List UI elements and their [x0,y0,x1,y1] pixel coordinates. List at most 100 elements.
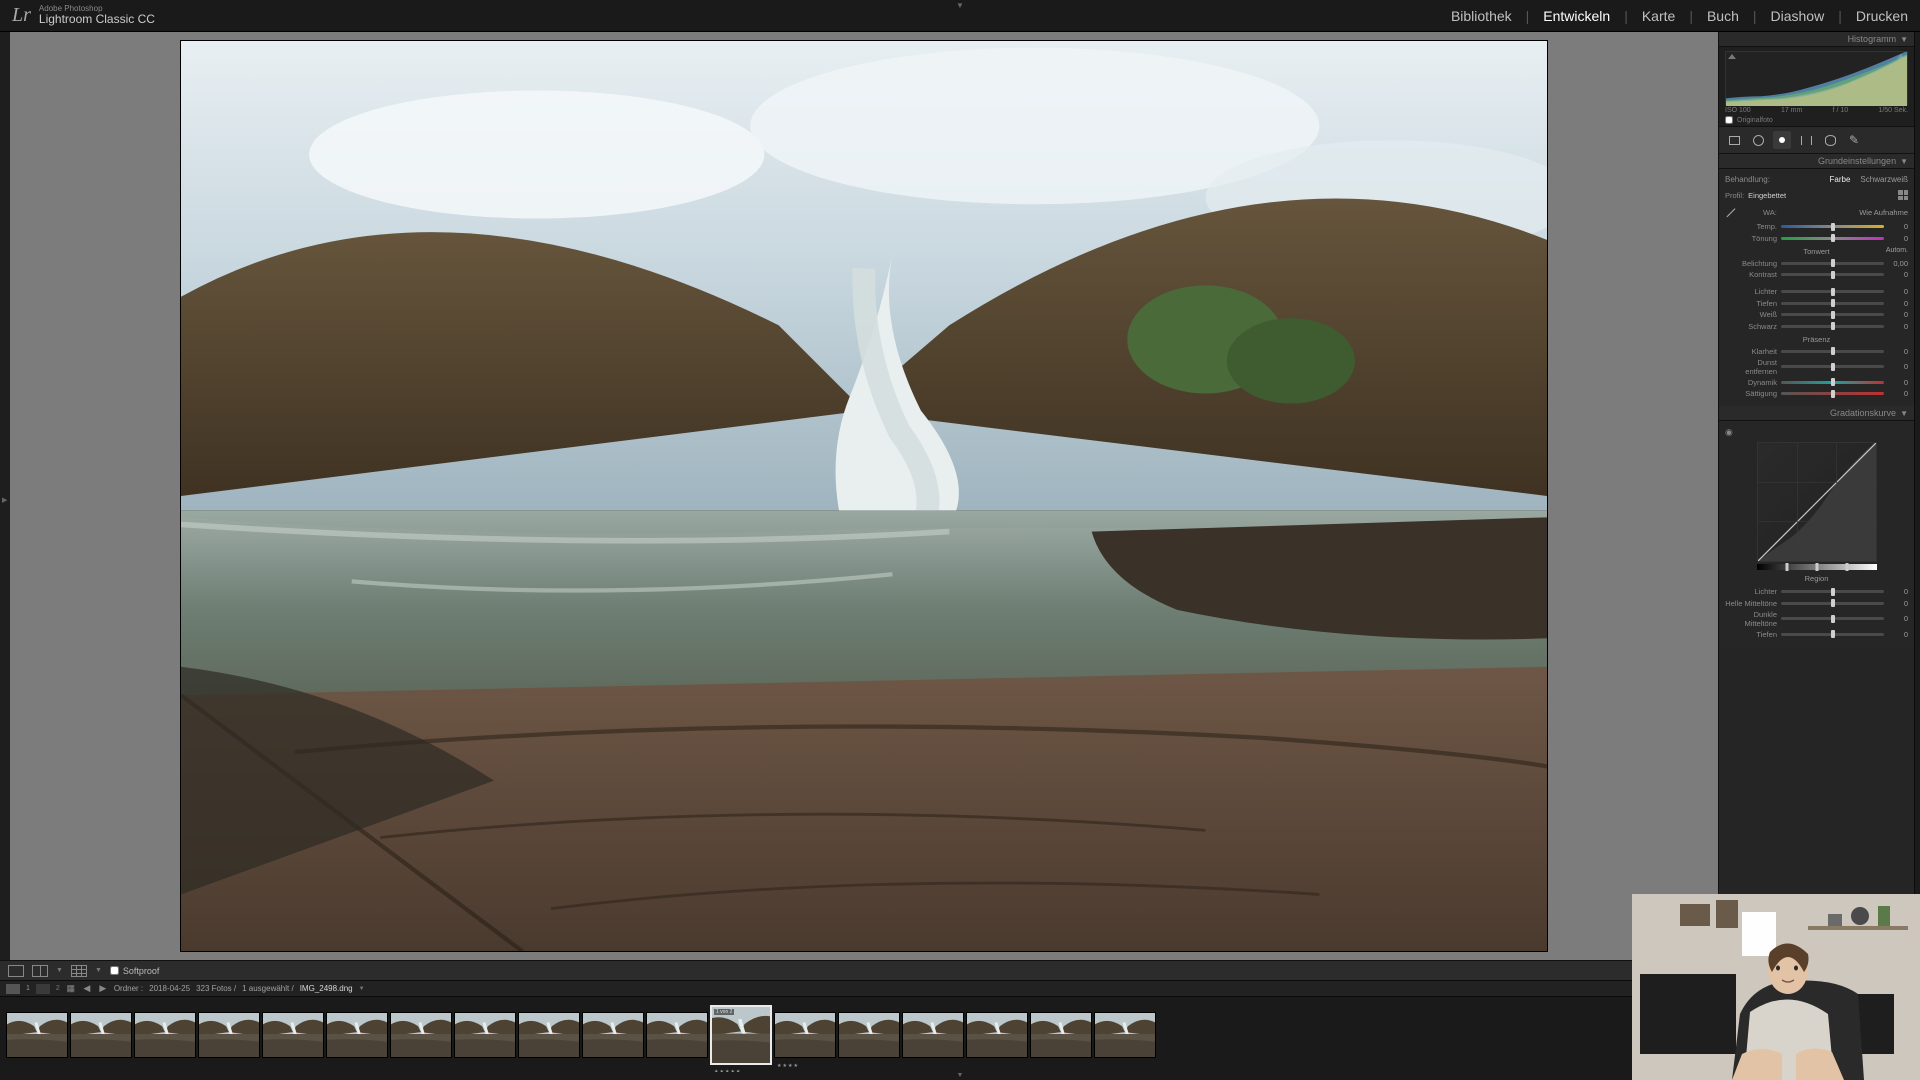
module-map[interactable]: Karte [1642,8,1675,24]
collapse-top-icon[interactable]: ▼ [956,1,964,10]
vibrance-slider[interactable] [1781,381,1884,384]
filmstrip-thumb[interactable] [262,1012,324,1058]
filmstrip-thumb[interactable] [1094,1012,1156,1058]
module-book[interactable]: Buch [1707,8,1739,24]
topbar: ▼ Lr Adobe PhotoshopLightroom Classic CC… [0,0,1920,32]
module-library[interactable]: Bibliothek [1451,8,1512,24]
next-photo-icon[interactable]: ▶ [98,984,108,994]
curve-lights-slider[interactable] [1781,602,1884,605]
meta-focal: 17 mm [1781,107,1802,114]
filmstrip-thumb[interactable] [646,1012,708,1058]
filmstrip-thumb[interactable]: ★★★★ [774,1012,836,1058]
curve-darks-value[interactable]: 0 [1884,614,1908,623]
filmstrip-thumb[interactable] [902,1012,964,1058]
filmstrip-thumb[interactable] [838,1012,900,1058]
saturation-slider[interactable] [1781,392,1884,395]
curve-darks-slider[interactable] [1781,617,1884,620]
dehaze-slider[interactable] [1781,365,1884,368]
curve-shadows-slider[interactable] [1781,633,1884,636]
dehaze-value[interactable]: 0 [1884,362,1908,371]
view-grid-icon[interactable] [71,965,87,977]
basic-header[interactable]: Grundeinstellungen▼ [1719,154,1914,169]
vibrance-value[interactable]: 0 [1884,378,1908,387]
blacks-value[interactable]: 0 [1884,322,1908,331]
whites-slider[interactable] [1781,313,1884,316]
tint-value[interactable]: 0 [1884,234,1908,243]
second-window-icon[interactable] [36,984,50,994]
blacks-slider[interactable] [1781,325,1884,328]
photo-count: 323 Fotos / [196,984,236,993]
histogram-header[interactable]: Histogramm▼ [1719,32,1914,47]
curve-shadows-value[interactable]: 0 [1884,630,1908,639]
filmstrip-thumb[interactable] [582,1012,644,1058]
highlights-value[interactable]: 0 [1884,287,1908,296]
app-logo-icon: Lr [12,4,31,27]
filmstrip-thumb[interactable] [390,1012,452,1058]
gradient-tool-icon[interactable] [1797,131,1815,149]
profile-value[interactable]: Eingebettet [1748,191,1786,200]
temp-value[interactable]: 0 [1884,222,1908,231]
filmstrip-thumb[interactable] [518,1012,580,1058]
treatment-bw[interactable]: Schwarzweiß [1860,175,1908,184]
clarity-value[interactable]: 0 [1884,347,1908,356]
current-filename[interactable]: IMG_2498.dng [300,984,353,993]
view-beforeafter-icon[interactable] [32,965,48,977]
tonecurve-header[interactable]: Gradationskurve▼ [1719,406,1914,421]
clarity-slider[interactable] [1781,350,1884,353]
view-loupe-icon[interactable] [8,965,24,977]
tint-slider[interactable] [1781,237,1884,240]
filmstrip-thumb[interactable] [6,1012,68,1058]
module-slideshow[interactable]: Diashow [1771,8,1825,24]
softproof-toggle[interactable]: Softproof [110,966,160,976]
module-print[interactable]: Drucken [1856,8,1908,24]
spot-tool-icon[interactable] [1749,131,1767,149]
wb-eyedropper-icon[interactable] [1725,206,1737,218]
auto-tone-button[interactable]: Autom. [1886,247,1908,254]
filmstrip-thumb[interactable]: 1 von 2★★★★★ [710,1005,772,1065]
expand-left-panel-icon[interactable] [0,32,10,960]
exposure-slider[interactable] [1781,262,1884,265]
module-develop[interactable]: Entwickeln [1543,8,1610,24]
filmstrip-thumb[interactable] [326,1012,388,1058]
curve-lights-value[interactable]: 0 [1884,599,1908,608]
curve-target-icon[interactable]: ◉ [1725,427,1908,440]
filmstrip-thumb[interactable] [198,1012,260,1058]
curve-range-strip[interactable] [1757,564,1877,570]
grid-view-icon[interactable]: ▦ [66,984,76,994]
contrast-value[interactable]: 0 [1884,270,1908,279]
filmstrip-thumb[interactable] [1030,1012,1092,1058]
folder-date[interactable]: 2018-04-25 [149,984,190,993]
tone-curve-graph[interactable] [1757,442,1877,562]
shadows-slider[interactable] [1781,302,1884,305]
redeye-tool-icon[interactable] [1773,131,1791,149]
radial-tool-icon[interactable] [1821,131,1839,149]
prev-photo-icon[interactable]: ◀ [82,984,92,994]
crop-tool-icon[interactable] [1725,131,1743,149]
loupe-view[interactable] [10,32,1718,960]
second-monitor-icon[interactable] [6,984,20,994]
treatment-color[interactable]: Farbe [1830,175,1851,184]
profile-browser-icon[interactable] [1898,190,1908,200]
right-panel-scrollbar[interactable] [1914,32,1920,960]
shadows-value[interactable]: 0 [1884,299,1908,308]
curve-highlights-value[interactable]: 0 [1884,587,1908,596]
saturation-value[interactable]: 0 [1884,389,1908,398]
whites-value[interactable]: 0 [1884,310,1908,319]
filmstrip-thumb[interactable] [134,1012,196,1058]
curve-region-header: Region [1725,574,1908,583]
module-picker: Bibliothek | Entwickeln | Karte | Buch |… [1451,8,1908,24]
main-photo[interactable] [180,40,1548,952]
curve-highlights-slider[interactable] [1781,590,1884,593]
histogram-graph[interactable] [1725,51,1908,105]
highlights-slider[interactable] [1781,290,1884,293]
wb-dropdown[interactable]: Wie Aufnahme [1859,208,1908,217]
filmstrip-thumb[interactable] [966,1012,1028,1058]
contrast-slider[interactable] [1781,273,1884,276]
filmstrip-thumb[interactable] [454,1012,516,1058]
filmstrip-thumb[interactable] [70,1012,132,1058]
exposure-value[interactable]: 0,00 [1884,259,1908,268]
thumb-rating: ★★★★ [777,1063,799,1069]
brush-tool-icon[interactable]: ✎ [1845,131,1863,149]
original-photo-toggle[interactable]: Originalfoto [1725,116,1908,124]
temp-slider[interactable] [1781,225,1884,228]
